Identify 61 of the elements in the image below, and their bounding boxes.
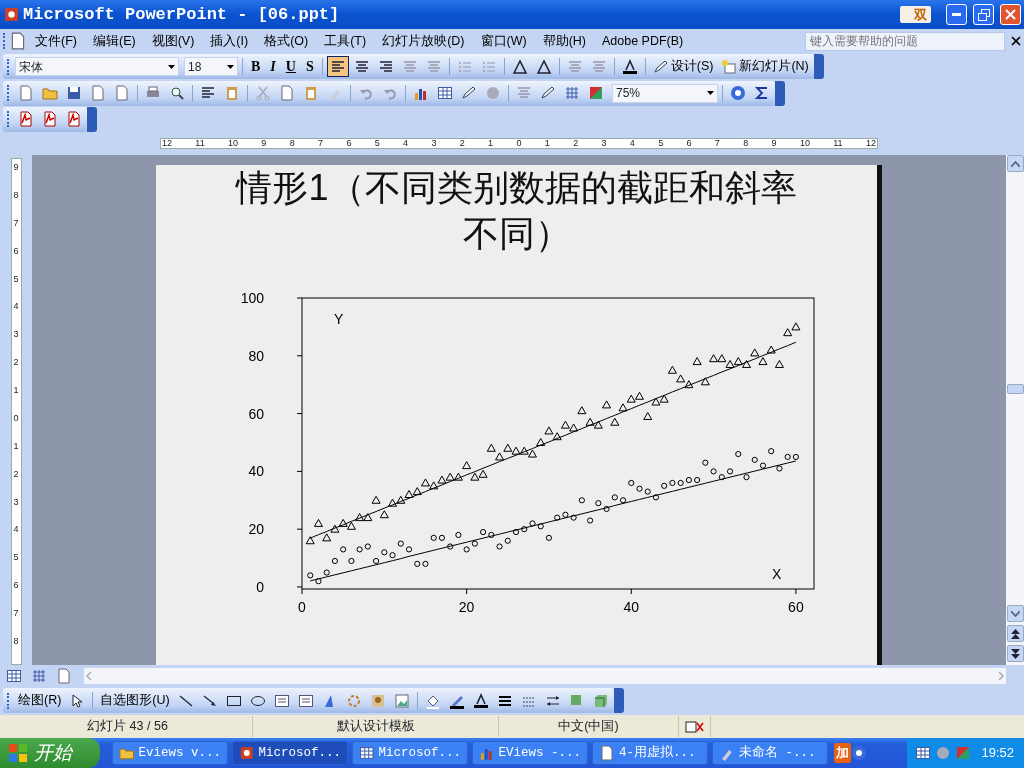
x-tick-label: 0 <box>298 599 306 615</box>
ruler-number: 4 <box>13 302 19 312</box>
ruler-number: 6 <box>13 246 19 256</box>
ruler-number: 7 <box>13 609 19 618</box>
ruler-number: 10 <box>228 139 239 148</box>
ruler-number: 7 <box>318 139 324 148</box>
ruler-number: 5 <box>374 139 380 148</box>
ruler-number: 3 <box>601 139 607 148</box>
ruler-number: 5 <box>658 139 664 148</box>
x-tick-label: 40 <box>623 599 640 615</box>
ruler-number: 7 <box>13 218 19 228</box>
status-text: 幻灯片 43 / 56 <box>87 718 168 736</box>
ruler-number: 0 <box>13 413 19 423</box>
ruler-number: 6 <box>13 581 19 591</box>
ruler-number: 6 <box>686 139 692 148</box>
slide-title: 情形1（不同类别数据的截距和斜率不同） <box>234 166 798 256</box>
ruler-number: 8 <box>13 190 19 200</box>
ruler-number: 0 <box>516 139 522 148</box>
ruler-number: 9 <box>13 163 19 172</box>
ruler-number: 12 <box>162 139 172 148</box>
ruler-number: 8 <box>13 636 19 646</box>
ruler-number: 5 <box>13 274 19 284</box>
ruler-number: 3 <box>13 497 19 507</box>
ruler-number: 1 <box>544 139 550 148</box>
ruler-number: 1 <box>13 386 19 395</box>
clock: 19:52 <box>981 744 1014 763</box>
ruler-number: 8 <box>743 139 749 148</box>
ruler-number: 12 <box>865 139 876 148</box>
ruler-number: 3 <box>431 139 437 148</box>
ruler-number: 10 <box>799 139 810 148</box>
ruler-number: 11 <box>833 139 843 148</box>
ruler-number: 6 <box>346 139 352 148</box>
ruler-number: 5 <box>13 553 19 563</box>
ruler-number: 9 <box>771 139 777 148</box>
ruler-number: 4 <box>403 139 409 148</box>
ruler-number: 2 <box>13 358 19 368</box>
ruler-number: 2 <box>13 469 19 479</box>
ruler-number: 8 <box>289 139 295 148</box>
ruler-number: 1 <box>13 441 19 451</box>
y-axis-label: Y <box>334 311 344 327</box>
status-text: 中文(中国) <box>558 718 619 736</box>
ruler-number: 7 <box>714 139 720 148</box>
y-tick-label: 100 <box>240 290 264 306</box>
ruler-number: 4 <box>13 525 19 535</box>
ruler-number: 11 <box>195 139 205 148</box>
y-tick-label: 0 <box>256 579 264 595</box>
ruler-number: 1 <box>488 139 494 148</box>
x-tick-label: 60 <box>788 599 804 615</box>
window-title: Microsoft PowerPoint - [06.ppt] <box>23 3 340 26</box>
ruler-number: 9 <box>261 139 267 148</box>
x-tick-label: 20 <box>458 599 475 615</box>
y-tick-label: 60 <box>248 405 264 422</box>
status-text: 默认设计模板 <box>336 718 415 736</box>
y-tick-label: 80 <box>248 347 264 364</box>
ruler-number: 2 <box>573 139 579 148</box>
y-tick-label: 40 <box>248 463 264 480</box>
ruler-number: 3 <box>13 330 19 340</box>
y-tick-label: 20 <box>248 521 264 538</box>
ruler-number: 2 <box>459 139 465 148</box>
x-axis-label: X <box>772 566 782 582</box>
ruler-number: 4 <box>629 139 635 148</box>
